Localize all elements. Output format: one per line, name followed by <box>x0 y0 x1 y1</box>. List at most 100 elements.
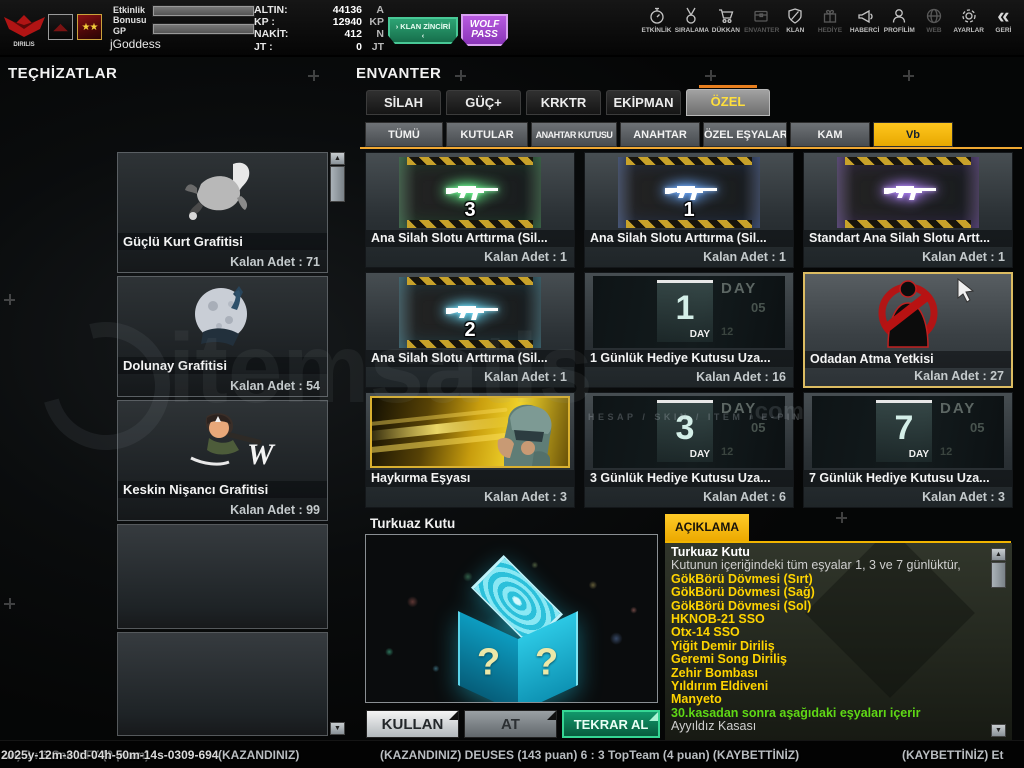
wolf-pass-button[interactable]: WOLF PASS <box>461 14 508 46</box>
crate-green-image: 3 <box>399 157 541 228</box>
inventory-tabs: SİLAH GÜÇ+ KRKTR EKİPMAN ÖZEL <box>366 90 770 116</box>
tab-guc[interactable]: GÜÇ+ <box>446 90 521 115</box>
scroll-thumb[interactable] <box>991 562 1006 588</box>
grid-item-odadan-atma[interactable]: Odadan Atma Yetkisi Kalan Adet : 27 <box>803 272 1013 388</box>
subtab-vb[interactable]: Vb <box>873 122 953 147</box>
crate-blue-image: 1 <box>618 157 760 228</box>
inventory-subtabs: TÜMÜ KUTULAR ANAHTAR KUTUSU ANAHTAR ÖZEL… <box>365 122 953 147</box>
description-panel: Turkuaz Kutu Kutunun içeriğindeki tüm eş… <box>665 543 1012 740</box>
subtab-anahtar[interactable]: ANAHTAR <box>620 122 700 147</box>
nav-geri[interactable]: « GERİ <box>987 7 1020 34</box>
top-bar: DIRILIS ◢◣ ★★ EtkinlikBonusu GP jGoddess… <box>0 0 1024 57</box>
active-tab-marker <box>699 85 757 88</box>
guclu-kurt-graffiti-image <box>121 156 324 232</box>
subtab-underline <box>360 147 1022 149</box>
cart-icon <box>717 7 735 25</box>
match-result-text: (KAZANDINIZ) DEUSES (143 puan) 6 : 3 Top… <box>380 748 799 762</box>
grid-item-haykirma[interactable]: Haykırma Eşyası Kalan Adet : 3 <box>365 392 575 508</box>
empty-slot <box>117 632 328 736</box>
envanter-title: ENVANTER <box>356 65 441 82</box>
list-item-keskin-nisanci[interactable]: W Keskin Nişancı Grafitisi Kalan Adet : … <box>117 400 328 521</box>
tab-ozel[interactable]: ÖZEL <box>686 89 770 116</box>
desc-line: Turkuaz Kutu <box>665 546 1012 559</box>
nav-siralama[interactable]: SIRALAMA <box>675 7 708 34</box>
wolfteam-inventory-screen: DIRILIS ◢◣ ★★ EtkinlikBonusu GP jGoddess… <box>0 0 1024 768</box>
grid-item-slot-arttirma-1[interactable]: 1 Ana Silah Slotu Arttırma (Sil... Kalan… <box>584 152 794 268</box>
subtab-kam[interactable]: KAM <box>790 122 870 147</box>
chest-icon <box>752 7 770 25</box>
desc-line: Kutunun içeriğindeki tüm eşyalar 1, 3 ve… <box>665 559 1012 572</box>
currency-row-altin: ALTIN: 44136 A <box>254 4 384 16</box>
desc-line: Geremi Song Diriliş <box>665 653 1012 666</box>
nav-haberci[interactable]: HABERCİ <box>848 7 881 34</box>
rank-badge-icon: ★★ <box>77 14 102 40</box>
nav-dukkan[interactable]: DÜKKAN <box>709 7 742 34</box>
grid-item-7-gunluk-hediye[interactable]: DAY 05 12 7 DAY 7 Günlük Hediye Kutusu U… <box>803 392 1013 508</box>
grid-item-1-gunluk-hediye[interactable]: DAY 05 12 1 DAY 1 Günlük Hediye Kutusu U… <box>584 272 794 388</box>
gift-icon <box>821 7 839 25</box>
tekrar-al-button[interactable]: TEKRAR AL <box>562 710 660 738</box>
plus-decoration <box>308 70 319 81</box>
match-result-text: (KAZANDINIZ) <box>218 748 299 762</box>
subtab-anahtar-kutusu[interactable]: ANAHTAR KUTUSU <box>531 122 617 147</box>
tab-silah[interactable]: SİLAH <box>366 90 441 115</box>
desc-line: Otx-14 SSO <box>665 626 1012 639</box>
subtab-tumu[interactable]: TÜMÜ <box>365 122 443 147</box>
scroll-down-button[interactable]: ▼ <box>330 722 345 735</box>
kick-permission-image <box>833 278 983 349</box>
tab-ekipman[interactable]: EKİPMAN <box>606 90 681 115</box>
currency-row-nakit: NAKİT: 412 N <box>254 28 384 40</box>
desc-line: Ayyıldız Kasası <box>665 720 1012 733</box>
currency-panel: ALTIN: 44136 A KP : 12940 KP NAKİT: 412 … <box>254 4 384 53</box>
list-item-dolunay[interactable]: Dolunay Grafitisi Kalan Adet : 54 <box>117 276 328 397</box>
medal-icon <box>682 7 700 25</box>
nav-ayarlar[interactable]: AYARLAR <box>952 7 985 34</box>
nav-web[interactable]: WEB <box>918 7 951 34</box>
nav-etkinlik[interactable]: ETKİNLİK <box>640 7 673 34</box>
scroll-down-button[interactable]: ▼ <box>991 724 1006 737</box>
crate-cyan-image: 2 <box>399 277 541 348</box>
person-icon <box>890 7 908 25</box>
grid-item-slot-arttirma-2[interactable]: 2 Ana Silah Slotu Arttırma (Sil... Kalan… <box>365 272 575 388</box>
desc-line: Yıldırım Eldiveni <box>665 680 1012 693</box>
list-item-guclu-kurt[interactable]: Güçlü Kurt Grafitisi Kalan Adet : 71 <box>117 152 328 273</box>
at-button[interactable]: AT <box>464 710 557 738</box>
inventory-grid: 3 Ana Silah Slotu Arttırma (Sil... Kalan… <box>365 152 1013 508</box>
subtab-kutular[interactable]: KUTULAR <box>446 122 528 147</box>
nav-envanter[interactable]: ENVANTER <box>744 7 777 34</box>
techizatlar-title: TEÇHİZATLAR <box>8 65 117 82</box>
tab-krktr[interactable]: KRKTR <box>526 90 601 115</box>
wolfteam-logo-icon: DIRILIS <box>2 11 47 49</box>
desc-line: GökBörü Dövmesi (Sağ) <box>665 586 1012 599</box>
calendar-3-day-image: DAY 05 12 3 DAY <box>593 396 785 468</box>
desc-line: Yiğit Demir Diriliş <box>665 640 1012 653</box>
currency-row-kp: KP : 12940 KP <box>254 16 384 28</box>
empty-slot <box>117 524 328 629</box>
gear-icon <box>960 7 978 25</box>
clan-emblem-icon: ◢◣ <box>48 14 73 40</box>
grid-item-3-gunluk-hediye[interactable]: DAY 05 12 3 DAY 3 Günlük Hediye Kutusu U… <box>584 392 794 508</box>
kullan-button[interactable]: KULLAN <box>366 710 459 738</box>
keskin-nisanci-graffiti-image: W <box>121 404 324 480</box>
dolunay-graffiti-image <box>121 280 324 356</box>
left-list-scrollbar: ▲ ▼ <box>330 152 345 736</box>
aciklama-tab[interactable]: AÇIKLAMA <box>665 514 749 541</box>
scroll-thumb[interactable] <box>330 166 345 202</box>
subtab-ozel-esyalar[interactable]: ÖZEL EŞYALAR <box>703 122 787 147</box>
etkinlik-bonusu-label: EtkinlikBonusu <box>113 5 147 25</box>
grid-item-standart-slot[interactable]: Standart Ana Silah Slotu Artt... Kalan A… <box>803 152 1013 268</box>
grid-item-slot-arttirma-3[interactable]: 3 Ana Silah Slotu Arttırma (Sil... Kalan… <box>365 152 575 268</box>
nav-hediye[interactable]: HEDİYE <box>813 7 846 34</box>
desc-line: HKNOB-21 SSO <box>665 613 1012 626</box>
match-result-text: (KAYBETTİNİZ) Et <box>902 748 1004 762</box>
scroll-up-button[interactable]: ▲ <box>330 152 345 165</box>
klan-zinciri-button[interactable]: › KLAN ZİNCİRİ ‹ <box>388 17 458 44</box>
nav-profilim[interactable]: PROFİLİM <box>883 7 916 34</box>
timestamp-text: 2025y-12m-30d-04h-50m-14s-0309-694 <box>1 748 218 762</box>
top-nav: ETKİNLİK SIRALAMA DÜKKAN ENVANTER KLAN H… <box>640 7 1020 34</box>
plus-decoration <box>455 70 466 81</box>
nav-klan[interactable]: KLAN <box>779 7 812 34</box>
megaphone-icon <box>856 7 874 25</box>
scroll-up-button[interactable]: ▲ <box>991 548 1006 561</box>
calendar-1-day-image: DAY 05 12 1 DAY <box>593 276 785 348</box>
